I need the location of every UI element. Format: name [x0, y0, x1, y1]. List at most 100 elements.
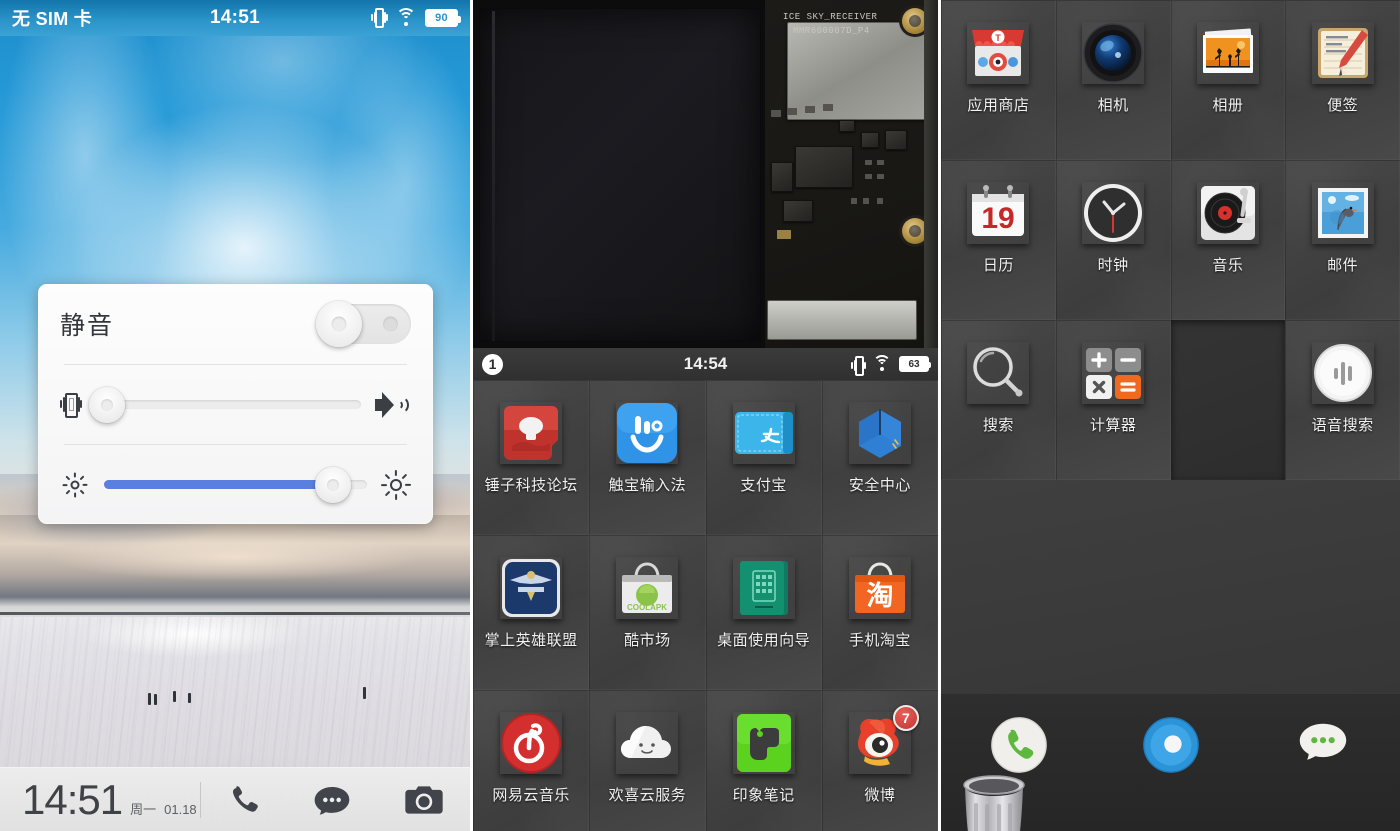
smartisan-forum-icon[interactable] [500, 402, 562, 464]
app-label: 计算器 [1089, 417, 1137, 434]
messages-icon[interactable] [1293, 715, 1353, 780]
music-icon[interactable] [1197, 182, 1259, 244]
app-store-icon[interactable]: T [967, 22, 1029, 84]
volume-slider-knob[interactable] [88, 386, 125, 423]
app-label: 掌上英雄联盟 [484, 632, 578, 649]
voice-search-icon[interactable] [1312, 342, 1374, 404]
app-cell[interactable]: 相机 [1055, 0, 1171, 160]
gallery-icon[interactable] [1197, 22, 1259, 84]
battery-level: 90 [427, 11, 456, 25]
app-label: 相机 [1097, 97, 1129, 114]
app-label: 日历 [982, 257, 1014, 274]
brightness-slider-knob[interactable] [314, 466, 351, 503]
wallpaper-horizon-line [0, 611, 470, 615]
coolapk-icon[interactable]: COOLAPK [616, 557, 678, 619]
app-cell[interactable]: 欢喜云服务 [589, 690, 706, 831]
app-cell[interactable]: 语音搜索 [1285, 320, 1400, 480]
status-icons: 90 [371, 7, 461, 29]
calendar-icon[interactable]: 19 [967, 182, 1029, 244]
touchpal-icon[interactable] [616, 402, 678, 464]
notes-icon[interactable] [1312, 22, 1374, 84]
trash-can-icon[interactable] [955, 771, 1033, 831]
clock-icon[interactable] [1082, 182, 1144, 244]
app-cell[interactable]: 网易云音乐 [473, 690, 590, 831]
app-label: 锤子科技论坛 [484, 477, 578, 494]
desktop-guide-icon[interactable] [733, 557, 795, 619]
sun-large-icon [381, 469, 411, 500]
toggle-knob[interactable] [316, 301, 362, 347]
weibo-icon[interactable]: 7 [849, 705, 919, 774]
mail-icon[interactable] [1312, 182, 1374, 244]
speaker-volume-icon [375, 391, 411, 419]
calculator-icon[interactable] [1082, 342, 1144, 404]
pcb-label-partnumber: MMR600007D_P4 [793, 26, 870, 36]
battery-level: 63 [901, 358, 927, 370]
app-cell[interactable]: 淘 手机淘宝 [821, 535, 938, 690]
mute-toggle[interactable] [316, 301, 411, 347]
lol-mobile-icon[interactable] [500, 557, 562, 619]
evernote-icon[interactable] [733, 712, 795, 774]
brightness-slider[interactable] [104, 466, 367, 503]
connector [767, 300, 917, 340]
svg-text:T: T [996, 33, 1002, 43]
mute-row[interactable]: 静音 [38, 284, 433, 364]
message-icon[interactable] [313, 785, 351, 815]
app-cell[interactable]: 支付宝 [705, 380, 822, 535]
pcb-label-receiver: ICE SKY_RECEIVER [783, 12, 878, 22]
wifi-icon [873, 355, 891, 371]
app-cell[interactable]: 安全中心 [821, 380, 938, 535]
chip-a [795, 146, 853, 188]
status-icons: 63 [851, 355, 931, 376]
phone-vibrate-icon [60, 390, 82, 420]
camera-icon[interactable] [1082, 22, 1144, 84]
phone-panel-lockscreen: 无 SIM 卡 14:51 90 静音 14:51 周一 01.18 [0, 0, 470, 831]
taobao-icon[interactable]: 淘 [849, 557, 911, 619]
sun-small-icon [60, 470, 90, 500]
netease-music-icon[interactable] [500, 712, 562, 774]
app-cell[interactable]: 触宝输入法 [589, 380, 706, 535]
empty-app-slot[interactable] [1170, 320, 1286, 480]
app-cell[interactable]: 锤子科技论坛 [473, 380, 590, 535]
app-label: 音乐 [1212, 257, 1244, 274]
app-cell[interactable]: 7 微博 [821, 690, 938, 831]
chip-c [783, 200, 813, 222]
app-cell[interactable]: 音乐 [1170, 160, 1286, 320]
phone-icon[interactable] [227, 783, 261, 817]
app-cell[interactable]: 印象笔记 [705, 690, 822, 831]
mute-label: 静音 [60, 312, 115, 340]
app-cell[interactable]: COOLAPK 酷市场 [589, 535, 706, 690]
app-label: 支付宝 [740, 477, 787, 494]
cloud-service-icon[interactable] [616, 712, 678, 774]
app-label: 相册 [1212, 97, 1244, 114]
app-cell[interactable]: 计算器 [1055, 320, 1171, 480]
battery-module [479, 8, 761, 342]
vibrate-icon [371, 7, 388, 29]
browser-icon[interactable] [1141, 715, 1201, 780]
app-label: 时钟 [1097, 257, 1129, 274]
phone-panel-system-apps: T 应用商店 相机 相册 便签 19 日历 时钟 音乐 邮件 搜索 计算器 语音… [941, 0, 1400, 831]
app-cell[interactable]: 相册 [1170, 0, 1286, 160]
brightness-row[interactable] [38, 445, 433, 524]
camera-icon[interactable] [404, 784, 444, 816]
app-cell[interactable]: T 应用商店 [941, 0, 1056, 160]
app-cell[interactable]: 便签 [1285, 0, 1400, 160]
volume-brightness-panel[interactable]: 静音 [38, 284, 433, 524]
volume-row[interactable] [38, 365, 433, 444]
app-cell[interactable]: 掌上英雄联盟 [473, 535, 590, 690]
app-cell[interactable]: 桌面使用向导 [705, 535, 822, 690]
search-icon[interactable] [967, 342, 1029, 404]
app-cell[interactable]: 时钟 [1055, 160, 1171, 320]
alipay-icon[interactable] [733, 402, 795, 464]
security-center-icon[interactable] [849, 402, 911, 464]
frame-rail [924, 0, 938, 348]
notification-badge: 7 [892, 705, 919, 731]
lockscreen-time-group: 14:51 周一 01.18 [0, 778, 200, 821]
lockscreen-date: 01.18 [164, 801, 197, 817]
volume-slider[interactable] [88, 386, 361, 423]
screenshot-stage: 无 SIM 卡 14:51 90 静音 14:51 周一 01.18 ICE S… [0, 0, 1400, 831]
app-cell[interactable]: 邮件 [1285, 160, 1400, 320]
notification-count-badge: 1 [482, 353, 503, 375]
app-cell[interactable]: 19 日历 [941, 160, 1056, 320]
app-cell[interactable]: 搜索 [941, 320, 1056, 480]
app-label: 应用商店 [967, 97, 1030, 114]
